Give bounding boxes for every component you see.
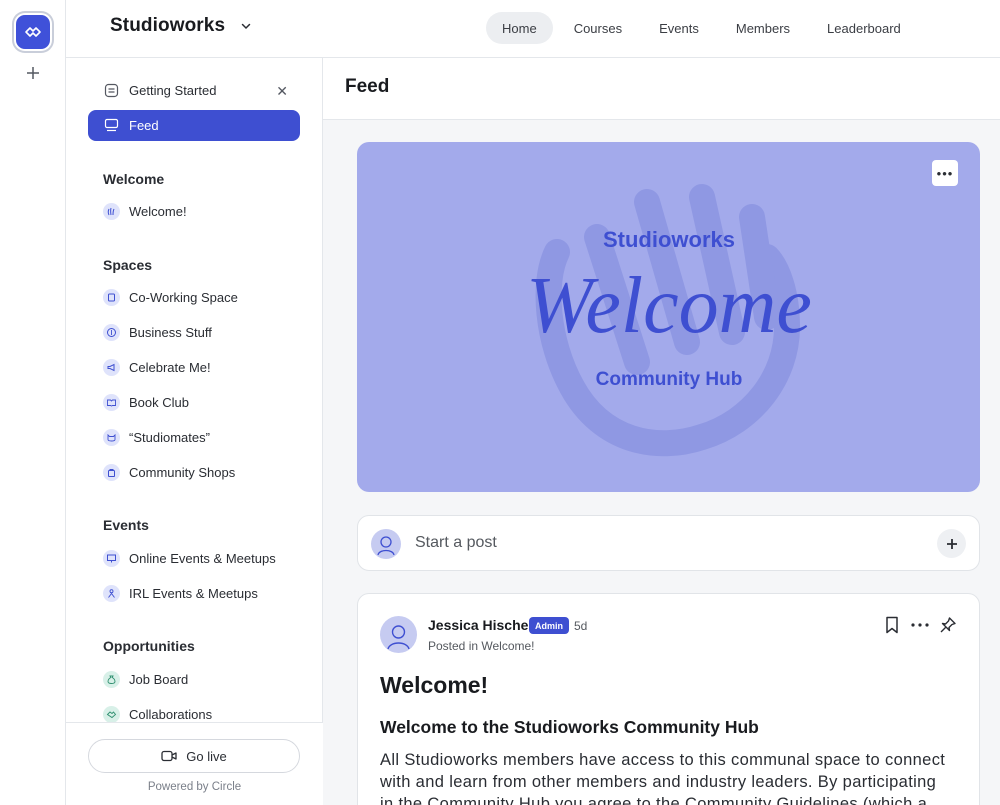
- more-options-icon[interactable]: •••: [932, 160, 958, 186]
- banner-headline: Welcome: [526, 262, 812, 350]
- go-live-button[interactable]: Go live: [88, 739, 300, 773]
- sidebar-item-business-stuff[interactable]: Business Stuff: [88, 317, 300, 348]
- add-post-button[interactable]: [937, 529, 966, 558]
- post-title[interactable]: Welcome!: [380, 672, 488, 699]
- post-timestamp[interactable]: 5d: [574, 619, 587, 633]
- nav-members[interactable]: Members: [720, 12, 806, 44]
- sidebar-item-online-events[interactable]: Online Events & Meetups: [88, 543, 300, 574]
- posted-in-space-link[interactable]: Welcome!: [481, 639, 534, 653]
- close-icon[interactable]: ✕: [276, 83, 288, 100]
- sidebar-item-label: Book Club: [129, 395, 189, 410]
- sidebar-heading-events[interactable]: Events: [103, 517, 149, 533]
- nav-courses[interactable]: Courses: [558, 12, 638, 44]
- nav-home[interactable]: Home: [486, 12, 553, 44]
- sidebar-item-label: Co-Working Space: [129, 290, 238, 305]
- post-card: Jessica Hische Admin 5d Posted in Welcom…: [357, 593, 980, 805]
- sidebar-item-co-working-space[interactable]: Co-Working Space: [88, 282, 300, 313]
- avatar: [371, 529, 401, 559]
- main-content: Feed Studioworks Welcome Community Hub •…: [323, 58, 1000, 805]
- sidebar-item-irl-events[interactable]: IRL Events & Meetups: [88, 578, 300, 609]
- top-header: Studioworks Home Courses Events Members …: [66, 0, 1000, 58]
- sidebar: Getting Started ✕ Feed Welcome Welcome! …: [66, 58, 323, 805]
- sidebar-item-label: Getting Started: [129, 83, 217, 98]
- plus-icon: [946, 538, 957, 549]
- sidebar-item-welcome[interactable]: Welcome!: [88, 196, 300, 227]
- post-subtitle: Welcome to the Studioworks Community Hub: [380, 717, 759, 737]
- app-rail: [0, 0, 66, 805]
- book-icon: [103, 394, 120, 411]
- banner-tagline: Community Hub: [596, 369, 743, 390]
- sidebar-item-community-shops[interactable]: Community Shops: [88, 457, 300, 488]
- feed-header: Feed: [323, 58, 1000, 120]
- sidebar-item-label: “Studiomates”: [129, 430, 210, 445]
- nav-leaderboard[interactable]: Leaderboard: [811, 12, 917, 44]
- money-bag-icon: [103, 671, 120, 688]
- community-name[interactable]: Studioworks: [110, 15, 225, 37]
- more-options-icon[interactable]: [911, 616, 929, 634]
- sidebar-item-studiomates[interactable]: “Studiomates”: [88, 422, 300, 453]
- pin-icon[interactable]: [939, 616, 957, 634]
- posted-in-prefix: Posted in: [428, 639, 482, 653]
- post-actions: [883, 616, 957, 634]
- handshake-icon: [103, 706, 120, 722]
- sidebar-heading-opportunities[interactable]: Opportunities: [103, 638, 195, 654]
- sidebar-item-getting-started[interactable]: Getting Started ✕: [88, 75, 300, 106]
- video-camera-icon: [161, 750, 177, 762]
- go-live-label: Go live: [186, 748, 227, 764]
- sidebar-item-label: Job Board: [129, 672, 189, 687]
- wave-hand-illustration: Studioworks Welcome Community Hub: [526, 184, 812, 457]
- admin-badge: Admin: [529, 617, 569, 634]
- page-title: Feed: [345, 76, 390, 97]
- sidebar-item-label: Online Events & Meetups: [129, 551, 276, 566]
- sidebar-item-feed[interactable]: Feed: [88, 110, 300, 141]
- bag-icon: [103, 464, 120, 481]
- sidebar-item-job-board[interactable]: Job Board: [88, 664, 300, 695]
- welcome-banner: Studioworks Welcome Community Hub •••: [357, 142, 980, 492]
- wave-hand-icon: [103, 203, 120, 220]
- sidebar-heading-spaces[interactable]: Spaces: [103, 257, 152, 273]
- dollar-icon: [103, 324, 120, 341]
- sidebar-item-label: Collaborations: [129, 707, 213, 722]
- sidebar-item-label: Celebrate Me!: [129, 360, 211, 375]
- cat-icon: [103, 429, 120, 446]
- post-author[interactable]: Jessica Hische: [428, 617, 528, 633]
- sidebar-heading-welcome[interactable]: Welcome: [103, 171, 164, 187]
- main-nav: Home Courses Events Members Leaderboard: [486, 12, 922, 44]
- bookmark-icon[interactable]: [883, 616, 901, 634]
- sidebar-item-label: Business Stuff: [129, 325, 212, 340]
- sidebar-item-collaborations[interactable]: Collaborations: [88, 699, 300, 722]
- sidebar-item-label: IRL Events & Meetups: [129, 586, 258, 601]
- start-post-input[interactable]: Start a post: [415, 534, 497, 552]
- sidebar-item-celebrate-me[interactable]: Celebrate Me!: [88, 352, 300, 383]
- sidebar-item-book-club[interactable]: Book Club: [88, 387, 300, 418]
- note-icon: [103, 289, 120, 306]
- checklist-icon: [103, 82, 120, 99]
- post-composer[interactable]: Start a post: [357, 515, 980, 571]
- sidebar-scroll-area[interactable]: Getting Started ✕ Feed Welcome Welcome! …: [66, 58, 323, 722]
- presentation-icon: [103, 550, 120, 567]
- sidebar-item-label: Community Shops: [129, 465, 236, 480]
- chevron-down-icon[interactable]: [239, 19, 253, 33]
- powered-by-link[interactable]: Powered by Circle: [66, 781, 323, 793]
- avatar[interactable]: [380, 616, 417, 653]
- nav-events[interactable]: Events: [643, 12, 715, 44]
- sidebar-item-label: Feed: [129, 118, 159, 133]
- posted-in: Posted in Welcome!: [428, 639, 535, 653]
- people-icon: [103, 585, 120, 602]
- add-community-icon[interactable]: [23, 63, 43, 83]
- community-logo-icon[interactable]: [16, 15, 50, 49]
- feed-icon: [103, 117, 120, 134]
- megaphone-icon: [103, 359, 120, 376]
- sidebar-footer: Go live Powered by Circle: [66, 722, 323, 805]
- sidebar-item-label: Welcome!: [129, 204, 187, 219]
- banner-brand: Studioworks: [603, 227, 735, 252]
- post-body: All Studioworks members have access to t…: [380, 751, 946, 805]
